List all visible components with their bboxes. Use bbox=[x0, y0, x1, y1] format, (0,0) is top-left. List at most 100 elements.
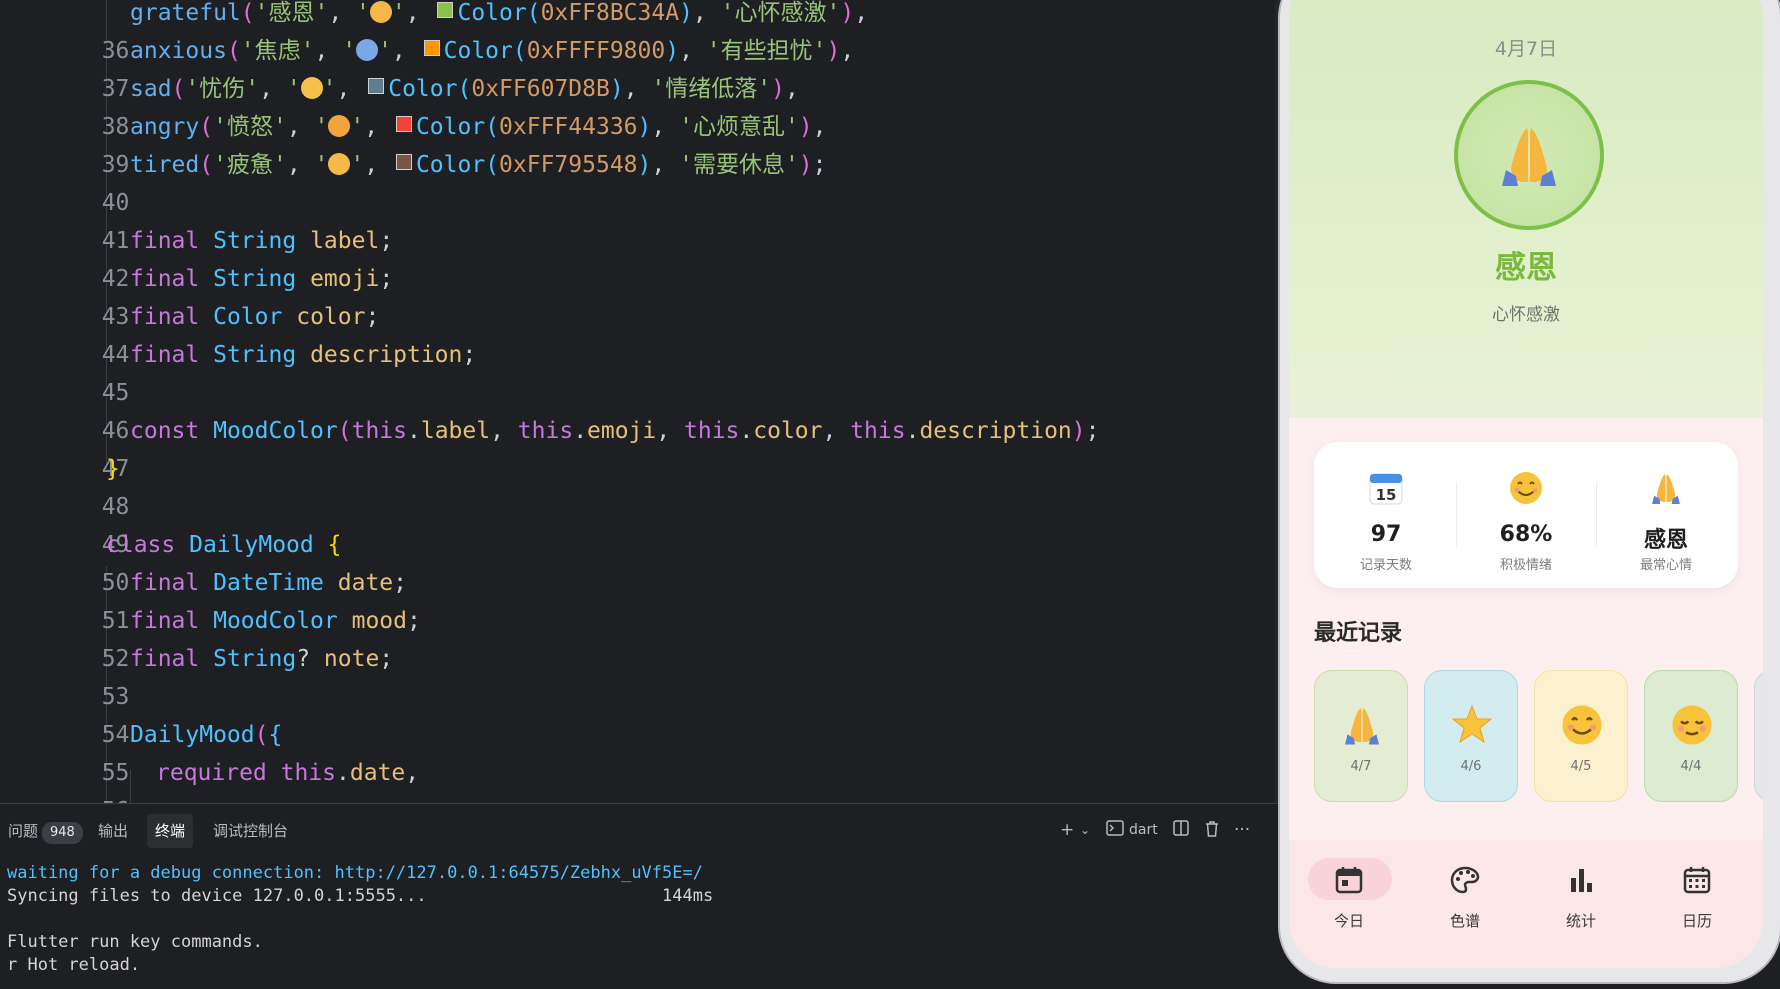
hero-date: 4月7日 bbox=[1494, 38, 1558, 60]
split-terminal-icon[interactable] bbox=[1173, 820, 1189, 841]
stat-label: 积极情绪 bbox=[1499, 558, 1552, 573]
recent-card-date: 4/5 bbox=[1570, 759, 1592, 774]
code-text: tired('疲惫', ' ', Color(0xFF795548), '需要休息… bbox=[130, 152, 827, 178]
trash-icon[interactable] bbox=[1204, 820, 1220, 842]
code-line: 54 bbox=[0, 678, 1282, 748]
code-text: class DailyMood { bbox=[106, 532, 342, 558]
color-swatch bbox=[437, 2, 454, 18]
hero-mood-label: 感恩 bbox=[1495, 250, 1557, 286]
praying-hands-icon bbox=[1652, 474, 1680, 504]
code-editor[interactable]: 36 grateful('感恩', ' ', Color(0xFF8BC34A),… bbox=[0, 0, 1282, 803]
code-line: 39 angry('愤怒', ' ', Color(0xFFF44336), '心… bbox=[0, 108, 1282, 178]
code-text: final String emoji; bbox=[130, 266, 394, 292]
nav-item-palette[interactable]: 色谱 bbox=[1410, 858, 1520, 938]
tab-problems[interactable]: 问题 948 bbox=[0, 814, 91, 848]
tab-terminal[interactable]: 终端 bbox=[147, 814, 194, 848]
shell-label[interactable]: dart bbox=[1129, 822, 1158, 838]
code-text: final MoodColor mood; bbox=[130, 608, 421, 634]
code-line: 40 tired('疲惫', ' ', Color(0xFF795548), '需… bbox=[0, 146, 1282, 216]
code-text: angry('愤怒', ' ', Color(0xFFF44336), '心烦意乱… bbox=[130, 114, 827, 140]
tab-terminal-label: 终端 bbox=[155, 822, 186, 840]
smile-icon bbox=[1562, 705, 1602, 745]
tab-output-label: 输出 bbox=[98, 822, 129, 840]
code-line: 38 sad('忧伤', ' ', Color(0xFF607D8B), '情绪低… bbox=[0, 70, 1282, 140]
problems-count-badge: 948 bbox=[42, 822, 83, 844]
nav-label: 统计 bbox=[1565, 912, 1596, 930]
angry-face-icon bbox=[328, 115, 351, 137]
code-text: final DateTime date; bbox=[130, 570, 407, 596]
nav-item-today[interactable]: 今日 bbox=[1294, 858, 1404, 938]
line-number: 56 bbox=[55, 792, 130, 803]
tab-output[interactable]: 输出 bbox=[90, 814, 136, 848]
praying-hands-icon bbox=[369, 1, 392, 23]
tab-problems-label: 问题 bbox=[8, 822, 39, 840]
code-text: final String label; bbox=[130, 228, 394, 254]
tab-debug-console[interactable]: 调试控制台 bbox=[205, 814, 296, 848]
bar-chart-icon bbox=[1571, 869, 1592, 892]
recent-card[interactable]: 4/7 bbox=[1314, 670, 1408, 802]
svg-text:15: 15 bbox=[1376, 486, 1397, 504]
relieved-face-icon bbox=[1672, 705, 1712, 745]
terminal-line[interactable]: waiting for a debug connection: http://1… bbox=[7, 862, 713, 885]
code-line: 45 final String description; bbox=[0, 336, 1282, 406]
code-text: required this.date, bbox=[156, 760, 420, 786]
nav-item-calendar[interactable]: 日历 bbox=[1642, 858, 1752, 938]
code-line: 46 bbox=[0, 374, 1282, 444]
code-line: 56 required this.date, bbox=[0, 754, 1282, 803]
stats-card: 15 97 记录天数 68% 积极情绪 感恩 最常心情 bbox=[1314, 442, 1738, 588]
star-icon bbox=[1451, 704, 1493, 744]
terminal-line: r Hot reload. bbox=[7, 955, 141, 975]
recent-card[interactable] bbox=[1754, 670, 1763, 802]
sleeping-face-icon bbox=[328, 153, 351, 175]
recent-records-list[interactable]: 4/7 4/6 4/5 4/4 bbox=[1314, 670, 1763, 804]
tab-debug-console-label: 调试控制台 bbox=[213, 822, 289, 840]
recent-card[interactable]: 4/5 bbox=[1534, 670, 1628, 802]
code-text: } bbox=[106, 456, 120, 482]
add-terminal-icon[interactable]: + bbox=[1060, 820, 1074, 840]
palette-icon bbox=[1450, 866, 1480, 894]
chevron-down-icon[interactable]: ⌄ bbox=[1080, 823, 1090, 837]
code-line: 53 final String? note; bbox=[0, 640, 1282, 710]
code-line: 55 DailyMood({ bbox=[0, 716, 1282, 786]
recent-card-date: 4/6 bbox=[1460, 759, 1482, 774]
nav-item-stats[interactable]: 统计 bbox=[1526, 858, 1636, 938]
panel-tab-bar: 问题 948 输出 终端 调试控制台 + ⌄ dart ··· bbox=[0, 814, 1282, 848]
praying-hands-icon bbox=[1345, 708, 1379, 745]
smile-icon bbox=[1510, 472, 1542, 504]
calendar-15-icon: 15 bbox=[1369, 473, 1403, 505]
code-text: const MoodColor(this.label, this.emoji, … bbox=[130, 418, 1100, 444]
code-line: 44 final Color color; bbox=[0, 298, 1282, 368]
terminal-icon[interactable] bbox=[1106, 820, 1124, 841]
recent-card[interactable]: 4/6 bbox=[1424, 670, 1518, 802]
code-text: final String? note; bbox=[130, 646, 394, 672]
phone-screen: 4月7日 感恩 心怀感激 15 97 记录天数 68% 积极情绪 感恩 最常心情… bbox=[1289, 0, 1763, 968]
code-line: 43 final String emoji; bbox=[0, 260, 1282, 330]
calendar-month-icon bbox=[1683, 867, 1711, 894]
terminal-line: Flutter run key commands. bbox=[7, 932, 263, 952]
code-text: DailyMood({ bbox=[130, 722, 283, 748]
nav-label: 日历 bbox=[1681, 912, 1712, 930]
recent-card[interactable]: 4/4 bbox=[1644, 670, 1738, 802]
today-mood-hero: 4月7日 感恩 心怀感激 bbox=[1289, 0, 1763, 418]
code-text: final Color color; bbox=[130, 304, 380, 330]
code-line: 37 anxious('焦虑', ' ', Color(0xFFFF9800), … bbox=[0, 32, 1282, 102]
nav-label: 今日 bbox=[1333, 912, 1364, 930]
recent-card-date: 4/7 bbox=[1350, 759, 1372, 774]
stat-record-days: 15 97 记录天数 bbox=[1316, 442, 1456, 588]
code-line: 47 const MoodColor(this.label, this.emoj… bbox=[0, 412, 1282, 482]
terminal-output[interactable]: waiting for a debug connection: http://1… bbox=[7, 862, 713, 977]
recent-card-date: 4/4 bbox=[1680, 759, 1702, 774]
mood-circle[interactable] bbox=[1454, 80, 1604, 230]
stat-value: 68% bbox=[1499, 522, 1553, 547]
color-swatch bbox=[423, 40, 440, 56]
nav-label: 色谱 bbox=[1449, 912, 1480, 930]
color-swatch bbox=[368, 78, 385, 94]
recent-records-title: 最近记录 bbox=[1314, 621, 1403, 646]
calendar-today-icon bbox=[1335, 867, 1363, 894]
code-text: anxious('焦虑', ' ', Color(0xFFFF9800), '有些… bbox=[130, 38, 855, 64]
code-text: grateful('感恩', ' ', Color(0xFF8BC34A), '心… bbox=[130, 0, 869, 26]
stat-positive-rate: 68% 积极情绪 bbox=[1456, 442, 1596, 588]
more-icon[interactable]: ··· bbox=[1234, 820, 1250, 840]
color-swatch bbox=[395, 154, 412, 170]
